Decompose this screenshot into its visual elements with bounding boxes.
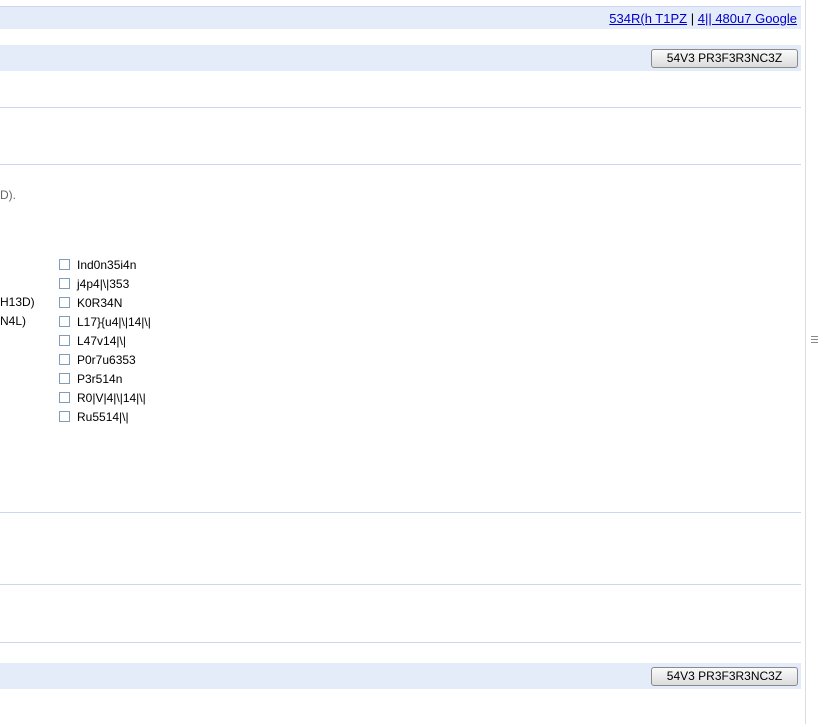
- language-checkbox[interactable]: [59, 392, 70, 403]
- language-option[interactable]: j4p4|\|353: [59, 274, 129, 293]
- vertical-scrollbar[interactable]: [805, 0, 823, 724]
- language-option[interactable]: Ru5514|\|: [59, 407, 129, 426]
- language-option[interactable]: Ind0n35i4n: [59, 255, 136, 274]
- language-label: K0R34N: [77, 295, 123, 310]
- language-checkbox[interactable]: [59, 411, 70, 422]
- language-label: P0r7u6353: [77, 352, 136, 367]
- language-label: R0|V|4|\|14|\|: [77, 390, 146, 405]
- top-links: 534R(h T1PZ | 4|| 480u7 Google: [609, 11, 797, 26]
- language-option[interactable]: L47v14|\|: [59, 331, 126, 350]
- language-option[interactable]: R0|V|4|\|14|\|: [59, 388, 146, 407]
- section-divider: [0, 642, 801, 643]
- language-label: L47v14|\|: [77, 333, 126, 348]
- language-checkbox[interactable]: [59, 373, 70, 384]
- language-checkbox[interactable]: [59, 297, 70, 308]
- language-option[interactable]: K0R34N: [59, 293, 122, 312]
- scroll-grip-icon: [811, 339, 818, 340]
- section-divider: [0, 584, 801, 585]
- language-label: P3r514n: [77, 371, 123, 386]
- language-checkbox[interactable]: [59, 335, 70, 346]
- language-label: L17}{u4|\|14|\|: [77, 314, 151, 329]
- about-google-link[interactable]: 4|| 480u7 Google: [698, 11, 797, 26]
- truncated-radio-label: H13D): [0, 295, 35, 309]
- language-checkbox[interactable]: [59, 259, 70, 270]
- language-checkbox[interactable]: [59, 316, 70, 327]
- language-checkbox[interactable]: [59, 354, 70, 365]
- section-divider: [0, 512, 801, 513]
- truncated-description: D).: [0, 188, 16, 202]
- scroll-grip-icon: [811, 336, 818, 337]
- language-label: j4p4|\|353: [77, 276, 130, 291]
- language-option[interactable]: L17}{u4|\|14|\|: [59, 312, 151, 331]
- search-tips-link[interactable]: 534R(h T1PZ: [609, 11, 687, 26]
- scroll-grip-icon: [811, 342, 818, 343]
- save-preferences-button-top[interactable]: 54V3 PR3F3R3NC3Z: [651, 49, 798, 68]
- language-label: Ind0n35i4n: [77, 257, 137, 272]
- save-preferences-button-bottom[interactable]: 54V3 PR3F3R3NC3Z: [651, 667, 798, 686]
- language-option[interactable]: P0r7u6353: [59, 350, 136, 369]
- link-separator: |: [690, 11, 695, 26]
- language-checkbox[interactable]: [59, 278, 70, 289]
- language-option[interactable]: P3r514n: [59, 369, 122, 388]
- truncated-radio-label: N4L): [0, 314, 27, 328]
- section-divider: [0, 107, 801, 108]
- language-label: Ru5514|\|: [77, 409, 129, 424]
- section-divider: [0, 164, 801, 165]
